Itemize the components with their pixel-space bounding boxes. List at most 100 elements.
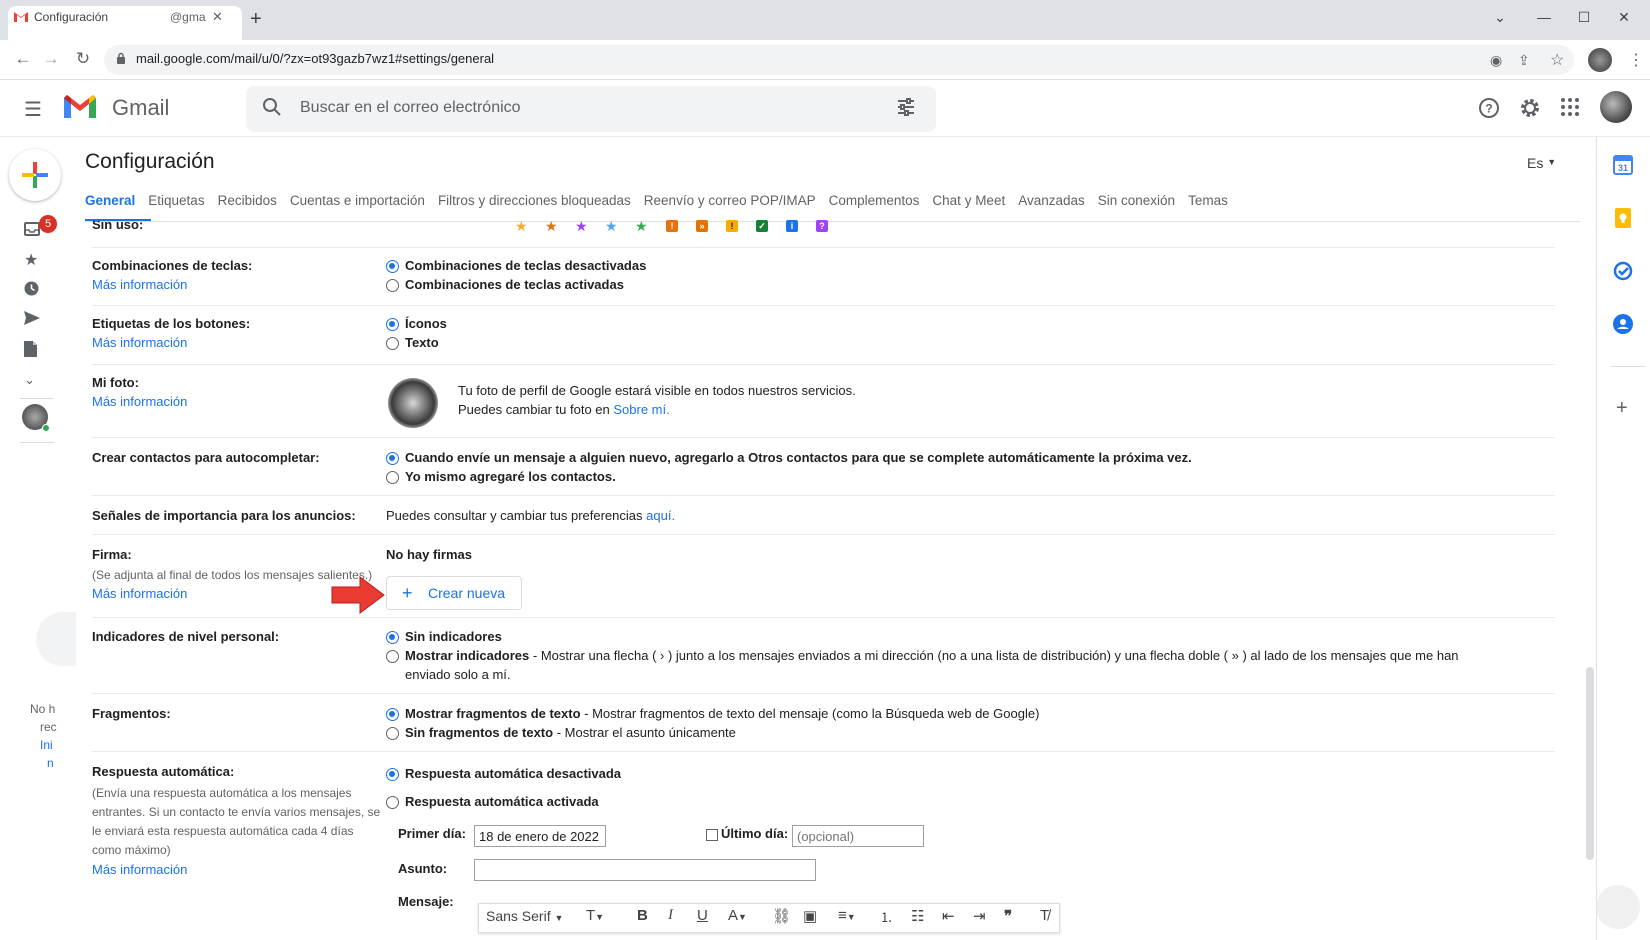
green-check-icon[interactable]: ✓	[756, 220, 768, 232]
insert-image-icon[interactable]: ▣	[803, 907, 817, 925]
browser-profile-avatar[interactable]	[1588, 48, 1612, 72]
indent-more-icon[interactable]: ⇥	[973, 907, 986, 925]
auto-reply-on-radio[interactable]	[386, 796, 399, 809]
rail-link[interactable]: n	[47, 756, 54, 770]
purple-star-icon[interactable]: ★	[575, 218, 588, 235]
tab-close-icon[interactable]: ✕	[212, 9, 223, 25]
calendar-icon[interactable]: 31	[1613, 155, 1633, 175]
lock-icon[interactable]	[116, 52, 126, 65]
no-indicators-radio[interactable]	[386, 631, 399, 644]
reload-icon[interactable]: ↻	[72, 49, 94, 69]
more-chevron-icon[interactable]: ⌄	[24, 372, 35, 388]
more-info-link[interactable]: Más información	[92, 335, 187, 350]
tab-labels[interactable]: Etiquetas	[148, 193, 204, 208]
window-close-icon[interactable]: ✕	[1604, 4, 1644, 30]
main-menu-icon[interactable]: ☰	[24, 97, 42, 122]
yellow-star-icon[interactable]: ★	[515, 218, 528, 235]
italic-icon[interactable]: I	[668, 907, 673, 924]
tasks-icon[interactable]	[1613, 261, 1633, 281]
keep-icon[interactable]	[1613, 208, 1633, 228]
orange-guillemet-icon[interactable]: »	[696, 220, 708, 232]
browser-menu-icon[interactable]: ⋮	[1628, 50, 1644, 70]
tab-accounts[interactable]: Cuentas e importación	[290, 193, 425, 208]
blue-info-icon[interactable]: i	[786, 220, 798, 232]
red-bang-icon[interactable]: !	[666, 220, 678, 232]
bulleted-list-icon[interactable]: ☷	[911, 907, 924, 925]
add-addon-icon[interactable]: +	[1616, 397, 1628, 420]
last-day-input[interactable]	[792, 825, 924, 847]
url-text[interactable]: mail.google.com/mail/u/0/?zx=ot93gazb7wz…	[136, 51, 494, 66]
auto-reply-off-radio[interactable]	[386, 768, 399, 781]
tab-search-icon[interactable]: ⌄	[1480, 4, 1520, 30]
underline-icon[interactable]: U	[697, 907, 708, 924]
minimize-icon[interactable]: —	[1524, 4, 1564, 30]
align-icon[interactable]: ≡▼	[838, 907, 856, 924]
tab-chat[interactable]: Chat y Meet	[932, 193, 1005, 208]
no-snippets-radio[interactable]	[386, 727, 399, 740]
share-icon[interactable]: ⇪	[1518, 52, 1530, 69]
more-info-link[interactable]: Más información	[92, 862, 187, 877]
ads-here-link[interactable]: aquí.	[646, 508, 675, 523]
gmail-logo-icon[interactable]	[62, 92, 98, 120]
subject-input[interactable]	[474, 859, 816, 881]
quote-icon[interactable]: ❞	[1004, 907, 1012, 925]
new-tab-icon[interactable]: +	[250, 9, 262, 29]
rail-link[interactable]: Ini	[40, 738, 53, 752]
blue-star-icon[interactable]: ★	[605, 218, 618, 235]
manual-contacts-radio[interactable]	[386, 471, 399, 484]
tab-inbox[interactable]: Recibidos	[218, 193, 277, 208]
eye-icon[interactable]: ◉	[1490, 52, 1502, 69]
profile-photo[interactable]	[388, 378, 438, 428]
tab-filters[interactable]: Filtros y direcciones bloqueadas	[438, 193, 631, 208]
starred-icon[interactable]: ★	[24, 250, 38, 270]
bold-icon[interactable]: B	[637, 907, 648, 924]
about-me-link[interactable]: Sobre mí.	[613, 402, 669, 417]
more-info-link[interactable]: Más información	[92, 277, 187, 292]
help-icon[interactable]: ?	[1478, 97, 1500, 119]
forward-icon[interactable]: →	[40, 49, 62, 69]
tab-offline[interactable]: Sin conexión	[1098, 193, 1175, 208]
settings-gear-icon[interactable]	[1519, 97, 1541, 119]
link-icon[interactable]: ⛓	[772, 907, 791, 925]
tab-general[interactable]: General	[85, 193, 135, 208]
more-info-link[interactable]: Más información	[92, 586, 187, 601]
show-snippets-radio[interactable]	[386, 708, 399, 721]
maximize-icon[interactable]: ☐	[1564, 4, 1604, 30]
keyboard-on-radio[interactable]	[386, 279, 399, 292]
auto-add-contacts-radio[interactable]	[386, 452, 399, 465]
apps-grid-icon[interactable]	[1560, 97, 1580, 117]
snoozed-clock-icon[interactable]	[24, 281, 39, 296]
more-info-link[interactable]: Más información	[92, 394, 187, 409]
gmail-wordmark[interactable]: Gmail	[112, 95, 169, 121]
language-button[interactable]: Es ▼	[1527, 155, 1556, 171]
text-color-icon[interactable]: A▼	[728, 907, 747, 924]
bookmark-star-icon[interactable]: ☆	[1550, 50, 1564, 70]
green-star-icon[interactable]: ★	[635, 218, 648, 235]
compose-button[interactable]	[9, 149, 61, 201]
inbox-icon[interactable]	[24, 222, 40, 236]
font-select[interactable]: Sans Serif ▼	[486, 908, 563, 924]
search-icon[interactable]	[262, 97, 282, 117]
remove-formatting-icon[interactable]: T̸	[1040, 907, 1049, 924]
orange-star-icon[interactable]: ★	[545, 218, 558, 235]
account-avatar[interactable]	[1600, 91, 1632, 123]
search-input[interactable]: Buscar en el correo electrónico	[300, 99, 521, 117]
tab-themes[interactable]: Temas	[1188, 193, 1228, 208]
tab-advanced[interactable]: Avanzadas	[1018, 193, 1085, 208]
tab-forwarding[interactable]: Reenvío y correo POP/IMAP	[644, 193, 816, 208]
icons-radio[interactable]	[386, 318, 399, 331]
sent-icon[interactable]	[24, 311, 40, 325]
drafts-icon[interactable]	[24, 341, 37, 357]
tab-addons[interactable]: Complementos	[829, 193, 920, 208]
search-options-icon[interactable]	[896, 97, 916, 117]
contacts-icon[interactable]	[1613, 314, 1633, 334]
text-size-icon[interactable]: T▼	[586, 907, 604, 924]
yellow-bang-icon[interactable]: !	[726, 220, 738, 232]
indent-less-icon[interactable]: ⇤	[942, 907, 955, 925]
back-icon[interactable]: ←	[12, 49, 34, 69]
purple-question-icon[interactable]: ?	[816, 220, 828, 232]
show-indicators-radio[interactable]	[386, 650, 399, 663]
last-day-checkbox[interactable]	[706, 829, 718, 841]
keyboard-off-radio[interactable]	[386, 260, 399, 273]
first-day-input[interactable]	[474, 825, 606, 847]
